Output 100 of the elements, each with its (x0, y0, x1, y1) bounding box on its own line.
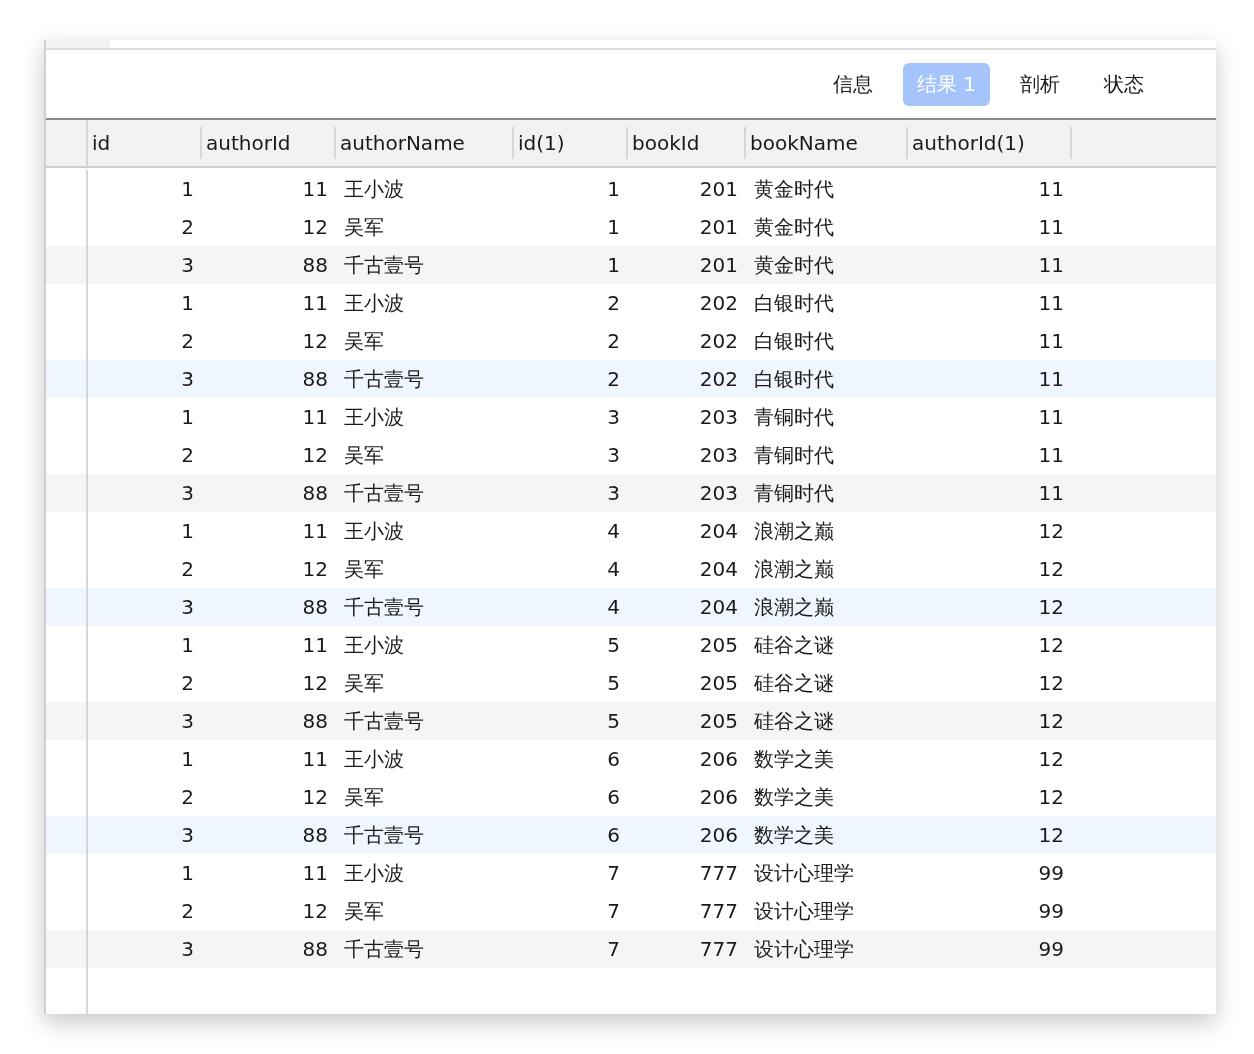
table-cell-text: 1 (606, 177, 621, 201)
table-cell-text: 12 (301, 329, 329, 353)
table-cell-text: 3 (180, 367, 195, 391)
table-cell-text: 11 (1037, 215, 1065, 239)
table-cell-text: 吴军 (343, 555, 385, 583)
table-cell-text: 吴军 (343, 897, 385, 925)
table-cell-text: 6 (606, 747, 621, 771)
table-cell-text: 12 (1037, 709, 1065, 733)
table-cell-text: 千古壹号 (343, 251, 425, 279)
table-cell-text: 白银时代 (753, 365, 835, 393)
column-header[interactable]: bookName (746, 127, 908, 159)
table-cell-text: 千古壹号 (343, 479, 425, 507)
table-cell-text: 88 (301, 367, 329, 391)
table-cell-text: 12 (1037, 671, 1065, 695)
table-cell-text: 3 (180, 709, 195, 733)
table-cell-text: 5 (606, 709, 621, 733)
table-cell-text: 88 (301, 709, 329, 733)
table-cell-text: 青铜时代 (753, 403, 835, 431)
table-cell-text: 4 (606, 595, 621, 619)
table-cell-text: 吴军 (343, 441, 385, 469)
table-cell-text: 1 (606, 215, 621, 239)
table-cell-text: 12 (301, 557, 329, 581)
table-cell-text: 千古壹号 (343, 593, 425, 621)
column-header[interactable]: authorName (336, 127, 514, 159)
table-cell-text: 设计心理学 (753, 859, 855, 887)
table-cell-text: 205 (698, 671, 739, 695)
table-cell-text: 白银时代 (753, 289, 835, 317)
tab[interactable]: 状态 (1090, 62, 1158, 106)
table-cell-text: 2 (180, 899, 195, 923)
table-cell-text: 1 (180, 291, 195, 315)
table-cell-text: 12 (1037, 633, 1065, 657)
table-cell-text: 千古壹号 (343, 821, 425, 849)
table-cell-text: 白银时代 (753, 327, 835, 355)
table-cell-text: 11 (1037, 291, 1065, 315)
table-cell-text: 2 (606, 367, 621, 391)
table-cell-text: 数学之美 (753, 745, 835, 773)
table-cell-text: 1 (180, 633, 195, 657)
table-cell-text: 777 (698, 861, 739, 885)
table-cell-text: 203 (698, 481, 739, 505)
column-header[interactable]: id(1) (514, 127, 628, 159)
table-cell-text: 11 (301, 291, 329, 315)
table-cell-text: 1 (180, 405, 195, 429)
table-cell-text: 黄金时代 (753, 213, 835, 241)
table-cell-text: 12 (1037, 595, 1065, 619)
table-cell-text: 4 (606, 519, 621, 543)
table-cell-text: 2 (180, 329, 195, 353)
column-header[interactable]: id (88, 127, 202, 159)
table-cell-text: 777 (698, 937, 739, 961)
column-header[interactable]: authorId (202, 127, 336, 159)
table-cell-text: 11 (1037, 329, 1065, 353)
table-cell-text: 3 (180, 253, 195, 277)
table-cell-text: 黄金时代 (753, 175, 835, 203)
table-cell-text: 2 (606, 329, 621, 353)
table-cell-text: 3 (180, 937, 195, 961)
table-cell-text: 11 (1037, 367, 1065, 391)
table-cell-text: 3 (606, 481, 621, 505)
tab[interactable]: 剖析 (1006, 62, 1074, 106)
table-cell-text: 千古壹号 (343, 935, 425, 963)
table-cell-text: 12 (1037, 823, 1065, 847)
table-cell-text: 硅谷之谜 (753, 707, 835, 735)
table-cell-text: 12 (301, 443, 329, 467)
table-cell-text: 205 (698, 709, 739, 733)
table-cell-text: 204 (698, 557, 739, 581)
table-cell-text: 吴军 (343, 213, 385, 241)
table-cell-text: 12 (301, 215, 329, 239)
table-cell-text: 11 (301, 519, 329, 543)
table-cell-text: 千古壹号 (343, 365, 425, 393)
table-cell-text: 3 (180, 481, 195, 505)
table-cell-text: 206 (698, 823, 739, 847)
table-cell-text: 青铜时代 (753, 479, 835, 507)
tab[interactable]: 信息 (818, 62, 887, 106)
table-cell-text: 1 (606, 253, 621, 277)
table-cell-text: 王小波 (343, 745, 405, 773)
table-cell-text: 4 (606, 557, 621, 581)
table-cell-text: 浪潮之巅 (753, 593, 835, 621)
table-cell-text: 硅谷之谜 (753, 669, 835, 697)
table-cell-text: 浪潮之巅 (753, 517, 835, 545)
table-cell-text: 数学之美 (753, 783, 835, 811)
table-cell-text: 206 (698, 747, 739, 771)
table-cell-text: 7 (606, 861, 621, 885)
table-cell-text: 2 (180, 215, 195, 239)
table-cell-text: 203 (698, 405, 739, 429)
table-cell-text: 2 (606, 291, 621, 315)
table-cell-text: 12 (1037, 519, 1065, 543)
table-cell-text: 6 (606, 785, 621, 809)
table-cell-text: 黄金时代 (753, 251, 835, 279)
table-cell-text: 99 (1037, 937, 1065, 961)
table-cell-text: 201 (698, 215, 739, 239)
table-cell-text: 2 (180, 785, 195, 809)
table-cell-text: 99 (1037, 861, 1065, 885)
table-cell-text: 12 (1037, 557, 1065, 581)
table-cell-text: 11 (301, 747, 329, 771)
column-header[interactable]: authorId(1) (908, 127, 1072, 159)
table-cell-text: 数学之美 (753, 821, 835, 849)
table-cell-text: 王小波 (343, 175, 405, 203)
table-cell-text: 王小波 (343, 859, 405, 887)
table-cell-text: 88 (301, 481, 329, 505)
column-header[interactable]: bookId (628, 127, 746, 159)
table-cell-text: 王小波 (343, 403, 405, 431)
table-cell-text: 3 (606, 443, 621, 467)
